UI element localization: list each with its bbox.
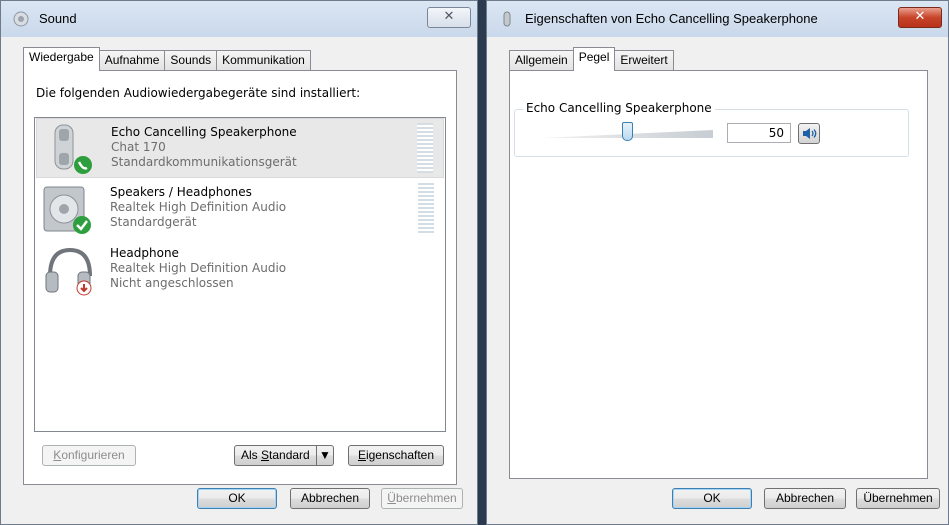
title-bar[interactable]: Eigenschaften von Echo Cancelling Speake… bbox=[487, 1, 948, 37]
playback-panel: Die folgenden Audiowiedergabegeräte sind… bbox=[23, 70, 457, 485]
apply-button[interactable]: Übernehmen bbox=[381, 488, 463, 509]
tab-sounds[interactable]: Sounds bbox=[164, 50, 218, 71]
device-model: Chat 170 bbox=[111, 140, 166, 154]
ok-button[interactable]: OK bbox=[672, 488, 752, 509]
cancel-button[interactable]: Abbrechen bbox=[290, 488, 370, 509]
close-button[interactable]: ✕ bbox=[427, 7, 471, 28]
mute-button[interactable] bbox=[798, 123, 820, 144]
window-title: Sound bbox=[39, 11, 77, 26]
volume-slider-thumb[interactable] bbox=[621, 122, 633, 141]
devices-heading: Die folgenden Audiowiedergabegeräte sind… bbox=[36, 86, 361, 100]
phone-icon bbox=[54, 124, 92, 174]
level-value-field[interactable]: 50 bbox=[727, 123, 791, 143]
sound-speaker-icon bbox=[13, 11, 29, 27]
apply-button[interactable]: Übernehmen bbox=[856, 488, 940, 509]
configure-button[interactable]: Konfigurieren bbox=[42, 445, 136, 466]
close-icon: ✕ bbox=[914, 9, 926, 24]
window-title: Eigenschaften von Echo Cancelling Speake… bbox=[525, 11, 818, 26]
tab-strip: Allgemein Pegel Erweitert bbox=[509, 47, 674, 71]
device-status: Standardkommunikationsgerät bbox=[111, 155, 297, 169]
device-model: Realtek High Definition Audio bbox=[110, 200, 287, 214]
tab-aufnahme[interactable]: Aufnahme bbox=[98, 50, 166, 71]
title-bar[interactable]: Sound ✕ bbox=[1, 1, 477, 37]
ok-button[interactable]: OK bbox=[197, 488, 277, 509]
level-meter bbox=[417, 123, 433, 173]
device-status: Standardgerät bbox=[110, 215, 197, 229]
checkmark-badge-icon bbox=[73, 216, 91, 234]
level-meter bbox=[418, 183, 434, 233]
dropdown-arrow-icon[interactable]: ▼ bbox=[316, 446, 333, 465]
phone-badge-icon bbox=[74, 156, 92, 174]
device-name: Echo Cancelling Speakerphone bbox=[111, 125, 297, 139]
list-item[interactable]: Headphone Realtek High Definition Audio … bbox=[36, 240, 444, 300]
tab-pegel[interactable]: Pegel bbox=[572, 47, 616, 71]
phone-small-icon bbox=[503, 11, 511, 27]
properties-button[interactable]: Eigenschaften bbox=[348, 445, 444, 466]
headphone-icon bbox=[45, 247, 92, 296]
levels-panel: Echo Cancelling Speakerphone 50 bbox=[509, 70, 928, 479]
level-group: Echo Cancelling Speakerphone 50 bbox=[514, 101, 909, 157]
close-icon: ✕ bbox=[443, 9, 455, 24]
close-button[interactable]: ✕ bbox=[898, 7, 942, 28]
properties-dialog: Eigenschaften von Echo Cancelling Speake… bbox=[486, 0, 949, 525]
tab-strip: Wiedergabe Aufnahme Sounds Kommunikation bbox=[23, 47, 311, 71]
list-item[interactable]: Echo Cancelling Speakerphone Chat 170 St… bbox=[36, 118, 444, 178]
device-list[interactable]: Echo Cancelling Speakerphone Chat 170 St… bbox=[34, 117, 446, 432]
cancel-button[interactable]: Abbrechen bbox=[764, 488, 846, 509]
level-group-label: Echo Cancelling Speakerphone bbox=[523, 101, 715, 115]
device-model: Realtek High Definition Audio bbox=[110, 261, 287, 275]
list-item[interactable]: Speakers / Headphones Realtek High Defin… bbox=[36, 179, 444, 239]
set-default-button[interactable]: Als Standard ▼ bbox=[234, 445, 334, 466]
speaker-icon bbox=[43, 186, 91, 234]
dialog-body: Allgemein Pegel Erweitert Echo Cancellin… bbox=[495, 37, 940, 516]
tab-wiedergabe[interactable]: Wiedergabe bbox=[23, 47, 100, 71]
device-name: Speakers / Headphones bbox=[110, 185, 252, 199]
tab-kommunikation[interactable]: Kommunikation bbox=[216, 50, 311, 71]
dialog-body: Wiedergabe Aufnahme Sounds Kommunikation… bbox=[9, 37, 469, 516]
device-name: Headphone bbox=[110, 246, 179, 260]
sound-dialog: Sound ✕ Wiedergabe Aufnahme Sounds Kommu… bbox=[0, 0, 478, 525]
speaker-volume-icon bbox=[803, 128, 817, 139]
tab-allgemein[interactable]: Allgemein bbox=[509, 50, 574, 71]
device-status: Nicht angeschlossen bbox=[110, 276, 234, 290]
tab-erweitert[interactable]: Erweitert bbox=[614, 50, 674, 71]
